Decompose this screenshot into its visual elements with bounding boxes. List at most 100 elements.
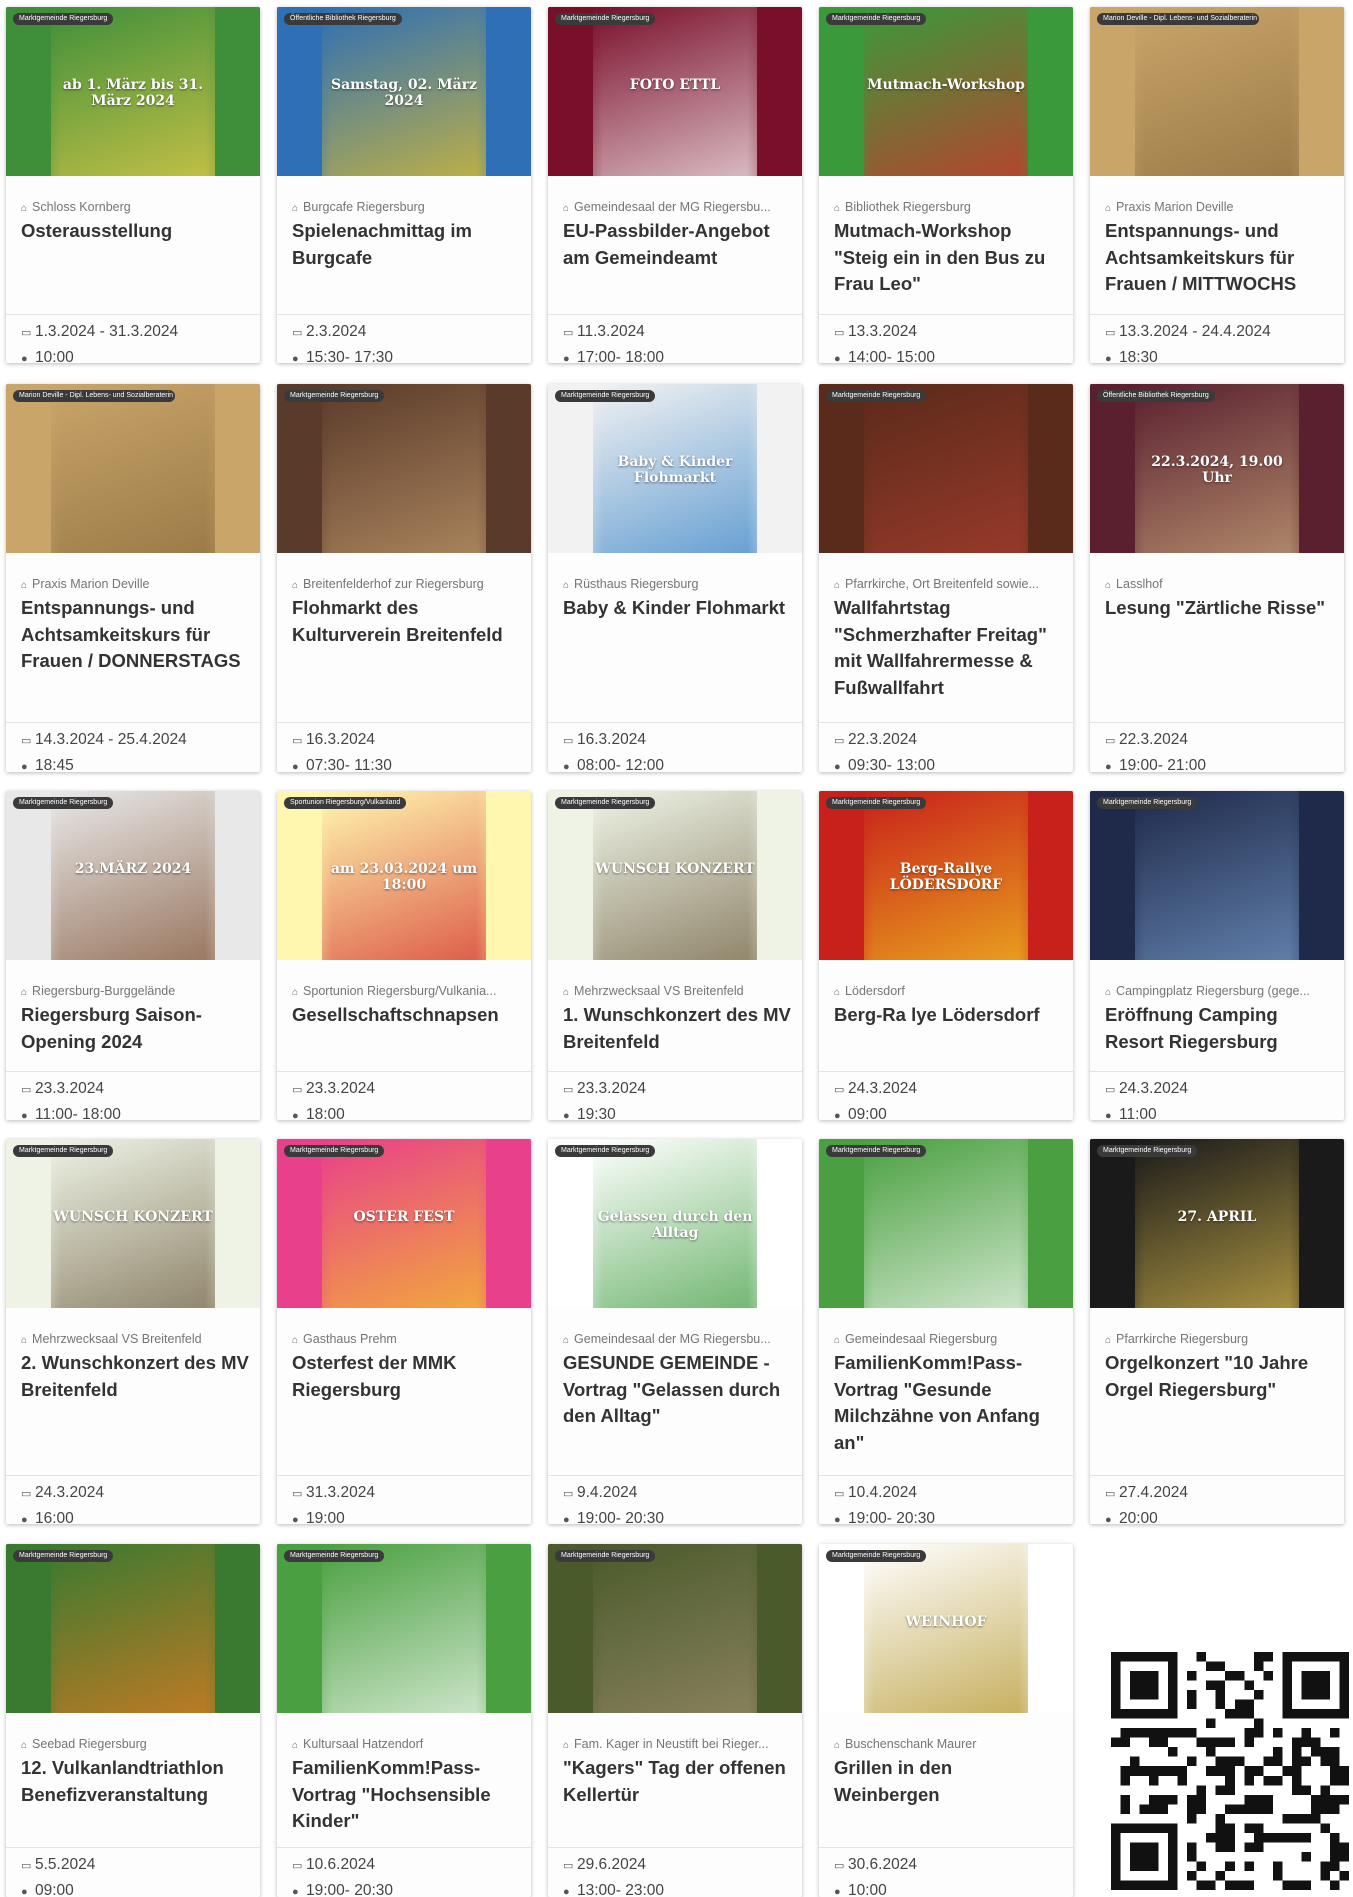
event-card[interactable]: Berg-Rallye LÖDERSDORF Marktgemeinde Rieg… bbox=[819, 791, 1073, 1120]
event-image[interactable]: 27. APRIL Marktgemeinde Riegersburg bbox=[1090, 1139, 1344, 1308]
image-fade-left bbox=[819, 1544, 874, 1713]
date-text: 31.3.2024 bbox=[306, 1484, 375, 1501]
event-image[interactable]: Berg-Rallye LÖDERSDORF Marktgemeinde Rieg… bbox=[819, 791, 1073, 960]
organizer-chip: Marktgemeinde Riegersburg bbox=[284, 1145, 385, 1157]
event-title[interactable]: FamilienKomm!Pass-Vortrag "Gesunde Milch… bbox=[834, 1350, 1062, 1456]
event-title[interactable]: Osterfest der MMK Riegersburg bbox=[292, 1350, 520, 1403]
event-image[interactable]: WUNSCH KONZERT Marktgemeinde Riegersburg bbox=[6, 1139, 260, 1308]
event-title[interactable]: 12. Vulkanlandtriathlon Benefizveranstal… bbox=[21, 1755, 249, 1808]
event-date: ▭ 22.3.2024 bbox=[834, 731, 917, 749]
event-title[interactable]: Lesung "Zärtliche Risse" bbox=[1105, 595, 1333, 622]
event-title[interactable]: Entspannungs- und Achtsamkeitskurs für F… bbox=[1105, 218, 1333, 298]
event-title[interactable]: "Kagers" Tag der offenen Kellertür bbox=[563, 1755, 791, 1808]
event-card[interactable]: am 23.03.2024 um 18:00 Sportunion Riegers… bbox=[277, 791, 531, 1120]
event-title[interactable]: GESUNDE GEMEINDE - Vortrag "Gelassen dur… bbox=[563, 1350, 791, 1430]
event-card[interactable]: Marktgemeinde Riegersburg ⌂ Kultursaal Hat… bbox=[277, 1544, 531, 1897]
event-image[interactable]: 22.3.2024, 19.00 Uhr Öffentliche Biblioth… bbox=[1090, 384, 1344, 553]
event-image[interactable]: ab 1. März bis 31. März 2024 Marktgemeind… bbox=[6, 7, 260, 176]
event-title[interactable]: Flohmarkt des Kulturverein Breitenfeld bbox=[292, 595, 520, 648]
event-card[interactable]: 23.MÄRZ 2024 Marktgemeinde Riegersburg ⌂ Ri… bbox=[6, 791, 260, 1120]
event-card[interactable]: Marion Deville - Dipl. Lebens- und Sozia… bbox=[6, 384, 260, 772]
event-title[interactable]: EU-Passbilder-Angebot am Gemeindeamt bbox=[563, 218, 791, 271]
clock-icon: ● bbox=[21, 761, 28, 772]
event-title[interactable]: Osterausstellung bbox=[21, 218, 249, 245]
event-image[interactable]: Marion Deville - Dipl. Lebens- und Sozia… bbox=[6, 384, 260, 553]
event-title[interactable]: FamilienKomm!Pass-Vortrag "Hochsensible … bbox=[292, 1755, 520, 1835]
event-card[interactable]: Mutmach-Workshop Marktgemeinde Riegersbur… bbox=[819, 7, 1073, 363]
event-image[interactable]: Marion Deville - Dipl. Lebens- und Sozia… bbox=[1090, 7, 1344, 176]
event-card[interactable]: OSTER FEST Marktgemeinde Riegersburg ⌂ Gast… bbox=[277, 1139, 531, 1524]
event-card[interactable]: WUNSCH KONZERT Marktgemeinde Riegersburg ⌂… bbox=[6, 1139, 260, 1524]
event-card[interactable]: Marktgemeinde Riegersburg ⌂ Seebad Riegers… bbox=[6, 1544, 260, 1897]
image-fade-right bbox=[476, 791, 531, 960]
event-title[interactable]: Riegersburg Saison-Opening 2024 bbox=[21, 1002, 249, 1055]
organizer-chip: Marktgemeinde Riegersburg bbox=[284, 1550, 385, 1562]
event-image[interactable]: Mutmach-Workshop Marktgemeinde Riegersbur… bbox=[819, 7, 1073, 176]
event-card[interactable]: Baby & Kinder Flohmarkt Marktgemeinde Rie… bbox=[548, 384, 802, 772]
event-title[interactable]: Berg-Ra lye Lödersdorf bbox=[834, 1002, 1062, 1029]
event-title[interactable]: Grillen in den Weinbergen bbox=[834, 1755, 1062, 1808]
organizer-chip: Marktgemeinde Riegersburg bbox=[1097, 797, 1198, 809]
event-card[interactable]: WEINHOF Marktgemeinde Riegersburg ⌂ Buschen… bbox=[819, 1544, 1073, 1897]
event-card[interactable]: FOTO ETTL Marktgemeinde Riegersburg ⌂ Gemei… bbox=[548, 7, 802, 363]
date-text: 24.3.2024 bbox=[848, 1080, 917, 1097]
event-time: ● 14:00- 15:00 bbox=[834, 349, 935, 363]
event-date: ▭ 13.3.2024 bbox=[834, 323, 917, 341]
event-card[interactable]: WUNSCH KONZERT Marktgemeinde Riegersburg ⌂… bbox=[548, 791, 802, 1120]
event-image[interactable]: WEINHOF Marktgemeinde Riegersburg bbox=[819, 1544, 1073, 1713]
event-image[interactable]: am 23.03.2024 um 18:00 Sportunion Riegers… bbox=[277, 791, 531, 960]
event-title[interactable]: Mutmach-Workshop "Steig ein in den Bus z… bbox=[834, 218, 1062, 298]
event-card[interactable]: Marion Deville - Dipl. Lebens- und Sozia… bbox=[1090, 7, 1344, 363]
event-card[interactable]: Marktgemeinde Riegersburg ⌂ Gemeindesaal R… bbox=[819, 1139, 1073, 1524]
event-image[interactable]: Marktgemeinde Riegersburg bbox=[548, 1544, 802, 1713]
location-text: Gasthaus Prehm bbox=[303, 1332, 397, 1346]
calendar-icon: ▭ bbox=[21, 1488, 32, 1500]
poster-text: FOTO ETTL bbox=[629, 77, 721, 93]
home-pin-icon: ⌂ bbox=[1105, 203, 1112, 214]
location-text: Mehrzwecksaal VS Breitenfeld bbox=[32, 1332, 202, 1346]
event-image[interactable]: FOTO ETTL Marktgemeinde Riegersburg bbox=[548, 7, 802, 176]
event-card[interactable]: 22.3.2024, 19.00 Uhr Öffentliche Biblioth… bbox=[1090, 384, 1344, 772]
clock-icon: ● bbox=[21, 1514, 28, 1524]
location-text: Gemeindesaal Riegersburg bbox=[845, 1332, 998, 1346]
calendar-icon: ▭ bbox=[292, 1084, 303, 1096]
event-title[interactable]: Wallfahrtstag "Schmerzhafter Freitag" mi… bbox=[834, 595, 1062, 701]
event-card[interactable]: Marktgemeinde Riegersburg ⌂ Fam. Kager in … bbox=[548, 1544, 802, 1897]
event-image[interactable]: Gelassen durch den Alltag Marktgemeinde R… bbox=[548, 1139, 802, 1308]
event-card[interactable]: Marktgemeinde Riegersburg ⌂ Pfarrkirche, O… bbox=[819, 384, 1073, 772]
event-image[interactable]: OSTER FEST Marktgemeinde Riegersburg bbox=[277, 1139, 531, 1308]
event-image[interactable]: Marktgemeinde Riegersburg bbox=[819, 1139, 1073, 1308]
event-card[interactable]: ab 1. März bis 31. März 2024 Marktgemeind… bbox=[6, 7, 260, 363]
event-image[interactable]: Marktgemeinde Riegersburg bbox=[6, 1544, 260, 1713]
time-text: 09:00 bbox=[848, 1106, 887, 1120]
event-image[interactable]: Marktgemeinde Riegersburg bbox=[277, 384, 531, 553]
image-fade-left bbox=[548, 384, 603, 553]
event-image[interactable]: Baby & Kinder Flohmarkt Marktgemeinde Rie… bbox=[548, 384, 802, 553]
event-card[interactable]: 27. APRIL Marktgemeinde Riegersburg ⌂ Pfarr… bbox=[1090, 1139, 1344, 1524]
event-card[interactable]: Samstag, 02. März 2024 Öffentliche Biblio… bbox=[277, 7, 531, 363]
event-card[interactable]: Marktgemeinde Riegersburg ⌂ Campingplatz R… bbox=[1090, 791, 1344, 1120]
poster-text: Gelassen durch den Alltag bbox=[597, 1209, 753, 1241]
event-image[interactable]: Marktgemeinde Riegersburg bbox=[1090, 791, 1344, 960]
event-poster: Berg-Rallye LÖDERSDORF bbox=[864, 791, 1028, 960]
event-title[interactable]: 1. Wunschkonzert des MV Breitenfeld bbox=[563, 1002, 791, 1055]
event-image[interactable]: Marktgemeinde Riegersburg bbox=[819, 384, 1073, 553]
event-poster bbox=[51, 384, 215, 553]
event-image[interactable]: 23.MÄRZ 2024 Marktgemeinde Riegersburg bbox=[6, 791, 260, 960]
event-location: ⌂ Lödersdorf bbox=[834, 984, 1064, 998]
event-title[interactable]: Orgelkonzert "10 Jahre Orgel Riegersburg… bbox=[1105, 1350, 1333, 1403]
event-title[interactable]: Baby & Kinder Flohmarkt bbox=[563, 595, 791, 622]
event-poster bbox=[864, 1139, 1028, 1308]
event-image[interactable]: WUNSCH KONZERT Marktgemeinde Riegersburg bbox=[548, 791, 802, 960]
event-image[interactable]: Samstag, 02. März 2024 Öffentliche Biblio… bbox=[277, 7, 531, 176]
event-title[interactable]: 2. Wunschkonzert des MV Breitenfeld bbox=[21, 1350, 249, 1403]
event-title[interactable]: Spielenachmittag im Burgcafe bbox=[292, 218, 520, 271]
event-title[interactable]: Eröffnung Camping Resort Riegersburg bbox=[1105, 1002, 1333, 1055]
event-card[interactable]: Marktgemeinde Riegersburg ⌂ Breitenfelderh… bbox=[277, 384, 531, 772]
event-title[interactable]: Gesellschaftschnapsen bbox=[292, 1002, 520, 1029]
event-title[interactable]: Entspannungs- und Achtsamkeitskurs für F… bbox=[21, 595, 249, 675]
clock-icon: ● bbox=[292, 1886, 299, 1897]
organizer-chip: Marktgemeinde Riegersburg bbox=[555, 1145, 656, 1157]
event-image[interactable]: Marktgemeinde Riegersburg bbox=[277, 1544, 531, 1713]
event-card[interactable]: Gelassen durch den Alltag Marktgemeinde R… bbox=[548, 1139, 802, 1524]
